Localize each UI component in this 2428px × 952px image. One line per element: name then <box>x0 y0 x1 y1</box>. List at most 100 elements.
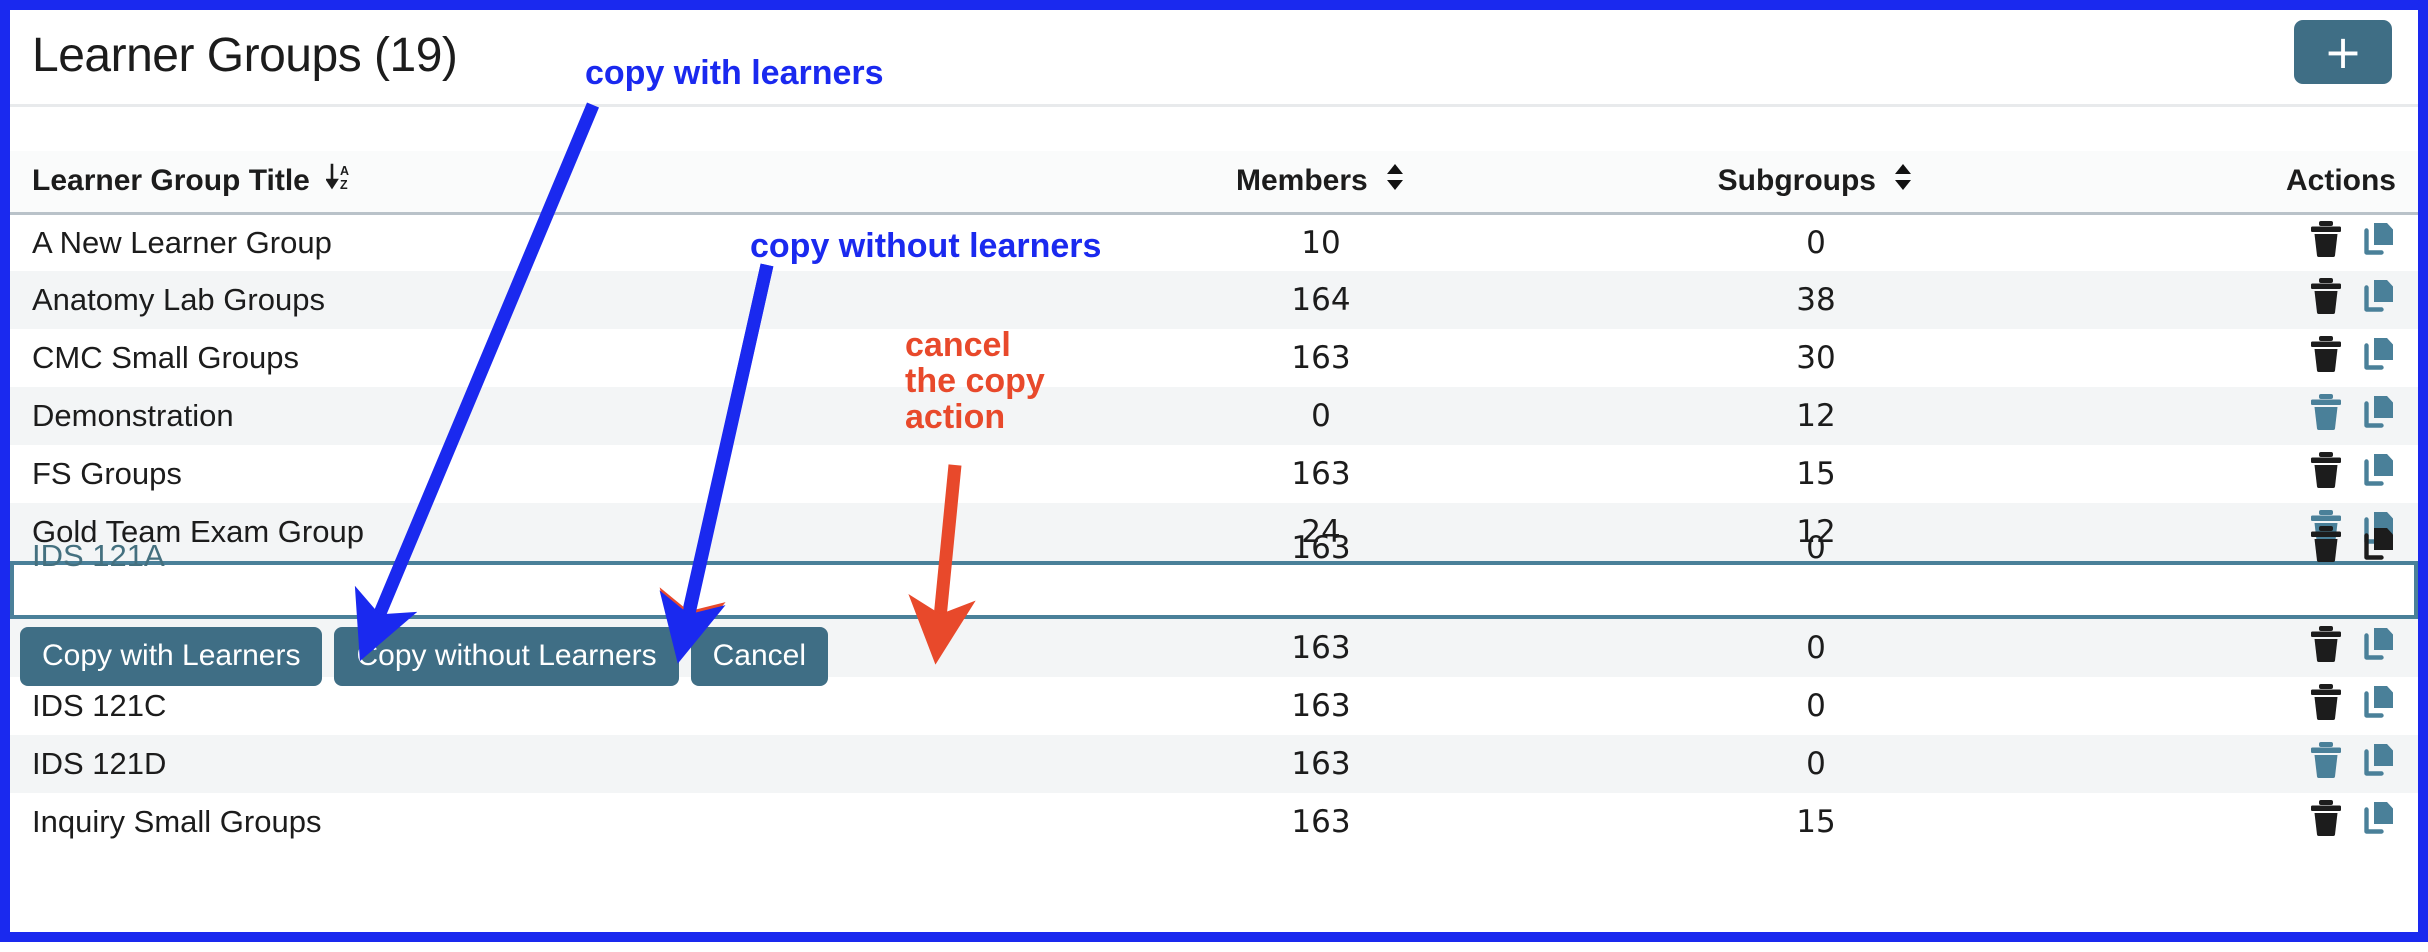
table-row[interactable]: Inquiry Small Groups 163 15 <box>10 793 2418 851</box>
group-title-link[interactable]: IDS 121C <box>32 688 166 723</box>
action-icon-group <box>2292 220 2396 258</box>
sort-alpha-down-icon: A Z <box>325 162 354 200</box>
group-title-link[interactable]: IDS 121D <box>32 746 166 781</box>
cell-subgroups-count: 0 <box>1546 677 2086 735</box>
subgroups-count-value: 38 <box>1796 282 1836 318</box>
subgroups-count-value: 0 <box>1806 688 1826 724</box>
column-header-title[interactable]: Learner Group Title A Z <box>10 151 1096 215</box>
table-row[interactable]: CMC Small Groups 163 30 <box>10 329 2418 387</box>
trash-icon[interactable] <box>2308 799 2344 845</box>
highlighted-app-frame: Learner Groups (19) + Learner Group Titl… <box>0 0 2428 942</box>
cell-subgroups-count: 15 <box>1546 793 2086 851</box>
column-header-members[interactable]: Members <box>1096 151 1546 215</box>
group-title-link[interactable]: Inquiry Small Groups <box>32 804 321 839</box>
table-row[interactable]: A New Learner Group 10 0 <box>10 213 2418 271</box>
trash-icon[interactable] <box>2308 451 2344 497</box>
cell-group-title[interactable]: IDS 121C <box>10 677 1096 735</box>
action-icon-group <box>2292 742 2396 779</box>
cell-actions <box>2086 445 2418 503</box>
group-title-link[interactable]: Demonstration <box>32 398 234 433</box>
members-count-value: 10 <box>1301 224 1341 261</box>
trash-icon[interactable] <box>2308 335 2344 381</box>
cell-members-count: 163 <box>1096 793 1546 851</box>
cell-actions <box>2086 271 2418 329</box>
table-row-expanded[interactable]: IDS 121A Copy with Learners Copy without L… <box>10 526 2418 686</box>
action-icon-group <box>2292 525 2396 571</box>
column-header-subgroups[interactable]: Subgroups <box>1546 151 2086 215</box>
group-title-link[interactable]: CMC Small Groups <box>32 340 299 375</box>
trash-icon[interactable] <box>2308 741 2344 787</box>
copy-icon[interactable] <box>2360 625 2396 671</box>
copy-icon[interactable] <box>2360 525 2396 571</box>
copy-icon[interactable] <box>2360 683 2396 729</box>
group-title-link[interactable]: Anatomy Lab Groups <box>32 282 325 317</box>
subgroups-count-value: 15 <box>1796 456 1836 492</box>
cell-members-count: 164 <box>1096 271 1546 329</box>
cell-group-title[interactable]: Demonstration <box>10 387 1096 445</box>
trash-icon[interactable] <box>2308 683 2344 729</box>
cell-group-title[interactable]: CMC Small Groups <box>10 329 1096 387</box>
copy-icon[interactable] <box>2360 220 2396 266</box>
cancel-copy-button[interactable]: Cancel <box>690 627 829 686</box>
trash-icon[interactable] <box>2308 220 2344 266</box>
table-body: A New Learner Group 10 0 Anatomy Lab Groups… <box>10 213 2418 851</box>
page-title: Learner Groups (19) <box>32 29 458 82</box>
copy-confirm-button-group: Copy with Learners Copy without Learners C… <box>20 627 829 686</box>
table-row[interactable]: FS Groups 163 15 <box>10 445 2418 503</box>
cell-actions <box>2086 619 2418 677</box>
cell-group-title[interactable]: A New Learner Group <box>10 213 1096 271</box>
members-count-value: 0 <box>1311 398 1331 434</box>
cell-subgroups-count: 38 <box>1546 271 2086 329</box>
group-title-link[interactable]: A New Learner Group <box>32 225 332 260</box>
cell-group-title[interactable]: Anatomy Lab Groups <box>10 271 1096 329</box>
group-title-link[interactable]: FS Groups <box>32 456 182 491</box>
table-row[interactable]: Demonstration 0 12 <box>10 387 2418 445</box>
cell-group-title[interactable]: IDS 121A Copy with Learners Copy without L… <box>10 538 1096 686</box>
cell-actions <box>2086 329 2418 387</box>
copy-icon[interactable] <box>2360 277 2396 323</box>
cell-group-title[interactable]: Inquiry Small Groups <box>10 793 1096 851</box>
trash-icon[interactable] <box>2308 393 2344 439</box>
table-row[interactable]: IDS 121C 163 0 <box>10 677 2418 735</box>
members-count-value: 163 <box>1291 746 1351 782</box>
subgroups-count-value: 12 <box>1796 398 1836 434</box>
table-row[interactable]: Anatomy Lab Groups 164 38 <box>10 271 2418 329</box>
add-learner-group-button[interactable]: + <box>2294 20 2392 84</box>
copy-with-learners-button[interactable]: Copy with Learners <box>20 627 323 686</box>
cell-actions <box>2086 793 2418 851</box>
cell-members-count: 163 <box>1096 329 1546 387</box>
card-header: Learner Groups (19) + <box>10 10 2418 107</box>
copy-icon[interactable] <box>2360 741 2396 787</box>
copy-icon[interactable] <box>2360 799 2396 845</box>
svg-text:Z: Z <box>340 178 348 192</box>
cell-subgroups-count: 30 <box>1546 329 2086 387</box>
copy-icon[interactable] <box>2360 393 2396 439</box>
cell-subgroups-count: 0 <box>1546 735 2086 793</box>
copy-without-learners-button[interactable]: Copy without Learners <box>334 627 679 686</box>
members-count-value: 163 <box>1291 804 1351 840</box>
cell-subgroups-count: 15 <box>1546 445 2086 503</box>
members-count-value: 163 <box>1291 630 1351 666</box>
cell-actions <box>2086 213 2418 271</box>
column-header-subgroups-label: Subgroups <box>1717 164 1876 198</box>
table-row[interactable]: IDS 121D 163 0 <box>10 735 2418 793</box>
members-count-value: 164 <box>1291 282 1351 318</box>
trash-icon[interactable] <box>2308 277 2344 323</box>
subgroups-count-value: 0 <box>1806 746 1826 782</box>
group-title-link[interactable]: IDS 121A <box>32 538 1074 574</box>
members-count-value: 163 <box>1291 688 1351 724</box>
cell-group-title[interactable]: IDS 121D <box>10 735 1096 793</box>
sort-updown-icon <box>1384 162 1406 200</box>
cell-actions <box>2086 677 2418 735</box>
action-icon-group <box>2292 452 2396 489</box>
plus-icon: + <box>2323 25 2363 79</box>
subgroups-count-value: 0 <box>1806 630 1826 666</box>
copy-icon[interactable] <box>2360 335 2396 381</box>
trash-icon[interactable] <box>2308 525 2344 571</box>
cell-group-title[interactable]: FS Groups <box>10 445 1096 503</box>
cell-members-count: 163 <box>1096 619 1546 677</box>
cell-members-count: 0 <box>1096 387 1546 445</box>
copy-icon[interactable] <box>2360 451 2396 497</box>
trash-icon[interactable] <box>2308 625 2344 671</box>
cell-actions <box>2086 387 2418 445</box>
